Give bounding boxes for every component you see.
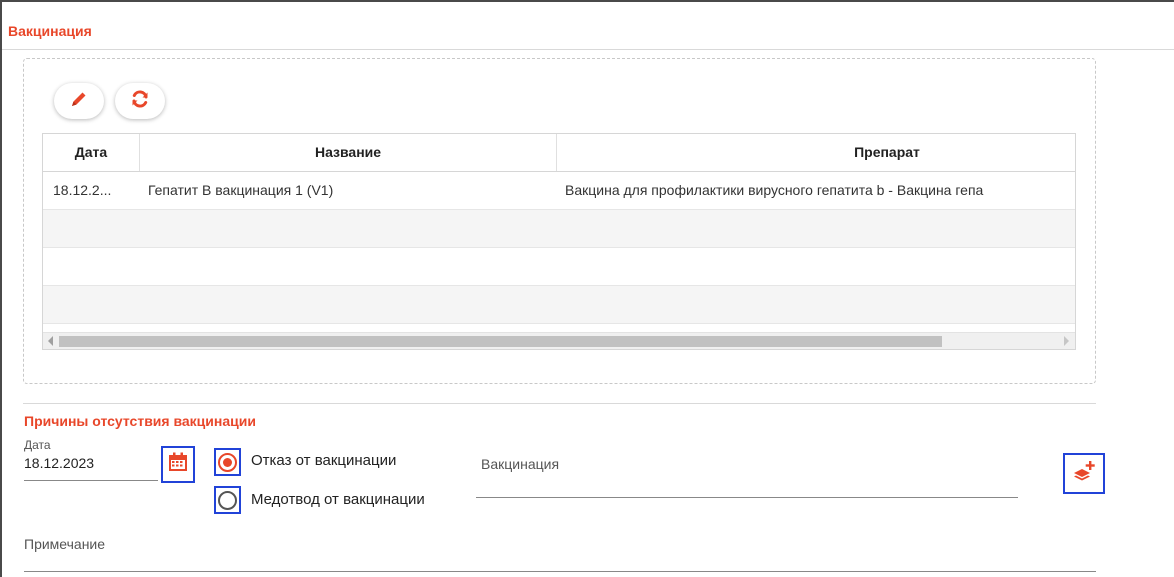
add-button[interactable] (1063, 453, 1105, 494)
refresh-button[interactable] (115, 83, 165, 119)
table-row[interactable] (43, 286, 1075, 324)
table-cell-drug: Вакцина для профилактики вирусного гепат… (565, 182, 984, 198)
radio-refusal-label[interactable]: Отказ от вакцинации (251, 452, 396, 469)
table-cell-date (53, 248, 137, 285)
radio-button-checked[interactable] (218, 452, 237, 472)
table-header: Дата Название Препарат (43, 134, 1075, 172)
radio-medical-exemption-label[interactable]: Медотвод от вакцинации (251, 491, 425, 508)
vaccination-field-underline[interactable] (476, 497, 1018, 498)
table-cell-drug (565, 248, 1075, 285)
absence-section-title: Причины отсутствия вакцинации (24, 413, 256, 429)
scrollbar-thumb[interactable] (59, 336, 942, 347)
date-field-label: Дата (24, 438, 51, 452)
radio-medical-exemption[interactable] (214, 486, 241, 514)
radio-refusal[interactable] (214, 448, 241, 476)
table-cell-drug (565, 210, 1075, 247)
horizontal-scrollbar[interactable] (43, 332, 1075, 349)
table-cell-name (148, 286, 548, 323)
date-field-value[interactable]: 18.12.2023 (24, 455, 94, 471)
vaccination-table: Дата Название Препарат 18.12.2... Гепати… (42, 133, 1076, 350)
radio-button-unchecked[interactable] (218, 490, 237, 510)
table-cell-date (53, 286, 137, 323)
table-cell-date: 18.12.2... (53, 182, 112, 198)
table-cell-drug (565, 286, 1075, 323)
date-field-underline (24, 480, 158, 481)
column-header-date[interactable]: Дата (43, 134, 140, 171)
scroll-right-arrow[interactable] (1064, 336, 1069, 346)
calendar-icon (167, 451, 189, 478)
column-header-name[interactable]: Название (140, 134, 557, 171)
table-cell-name: Гепатит B вакцинация 1 (V1) (148, 182, 334, 198)
refresh-icon (130, 89, 150, 114)
note-field-underline[interactable] (24, 571, 1096, 572)
column-header-drug[interactable]: Препарат (557, 134, 1075, 171)
table-row[interactable] (43, 248, 1075, 286)
table-cell-name (148, 210, 548, 247)
pencil-icon (69, 89, 89, 114)
table-row[interactable]: 18.12.2... Гепатит B вакцинация 1 (V1) В… (43, 172, 1075, 210)
vaccination-field-label: Вакцинация (481, 456, 560, 472)
edit-button[interactable] (54, 83, 104, 119)
scroll-left-arrow[interactable] (48, 336, 53, 346)
section-divider (23, 403, 1096, 404)
section-divider (2, 49, 1174, 50)
vaccination-section-title: Вакцинация (8, 23, 92, 39)
calendar-button[interactable] (161, 446, 195, 483)
table-cell-date (53, 210, 137, 247)
table-cell-name (148, 248, 548, 285)
table-row[interactable] (43, 210, 1075, 248)
note-field-label: Примечание (24, 536, 106, 552)
add-layer-icon (1071, 458, 1097, 489)
